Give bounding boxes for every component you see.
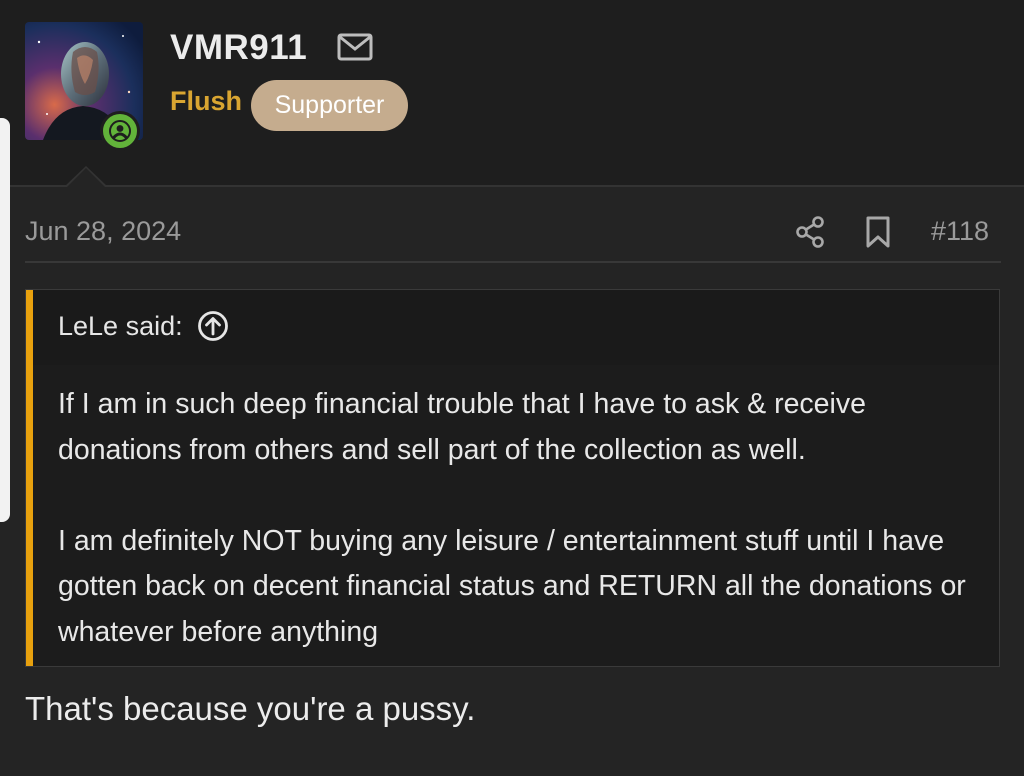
meta-divider — [25, 261, 1001, 263]
quote-block: LeLe said: If I am in such deep financia… — [25, 289, 1000, 667]
envelope-icon[interactable] — [337, 33, 373, 65]
header-divider — [0, 185, 1024, 187]
quote-text: If I am in such deep financial trouble t… — [58, 382, 988, 655]
header-pointer — [64, 166, 108, 188]
supporter-badge: Supporter — [251, 80, 408, 131]
username[interactable]: VMR911 — [170, 28, 307, 68]
post-body: That's because you're a pussy. — [25, 690, 476, 727]
side-panel-edge[interactable] — [0, 118, 10, 522]
quote-author[interactable]: LeLe said: — [58, 310, 229, 342]
user-online-icon — [103, 114, 137, 148]
quote-accent-bar — [26, 290, 33, 666]
post-number[interactable]: #118 — [931, 216, 989, 247]
user-title: Flush — [170, 86, 242, 116]
post-user-header — [0, 0, 1024, 186]
bookmark-icon[interactable] — [864, 216, 892, 252]
share-icon[interactable] — [795, 216, 825, 252]
online-status — [100, 111, 140, 151]
arrow-up-circle-icon[interactable] — [197, 310, 229, 342]
post-date[interactable]: Jun 28, 2024 — [25, 216, 181, 247]
quote-paragraph: I am definitely NOT buying any leisure /… — [58, 524, 966, 648]
quote-author-label: LeLe said: — [58, 310, 183, 341]
quote-paragraph: If I am in such deep financial trouble t… — [58, 388, 866, 466]
